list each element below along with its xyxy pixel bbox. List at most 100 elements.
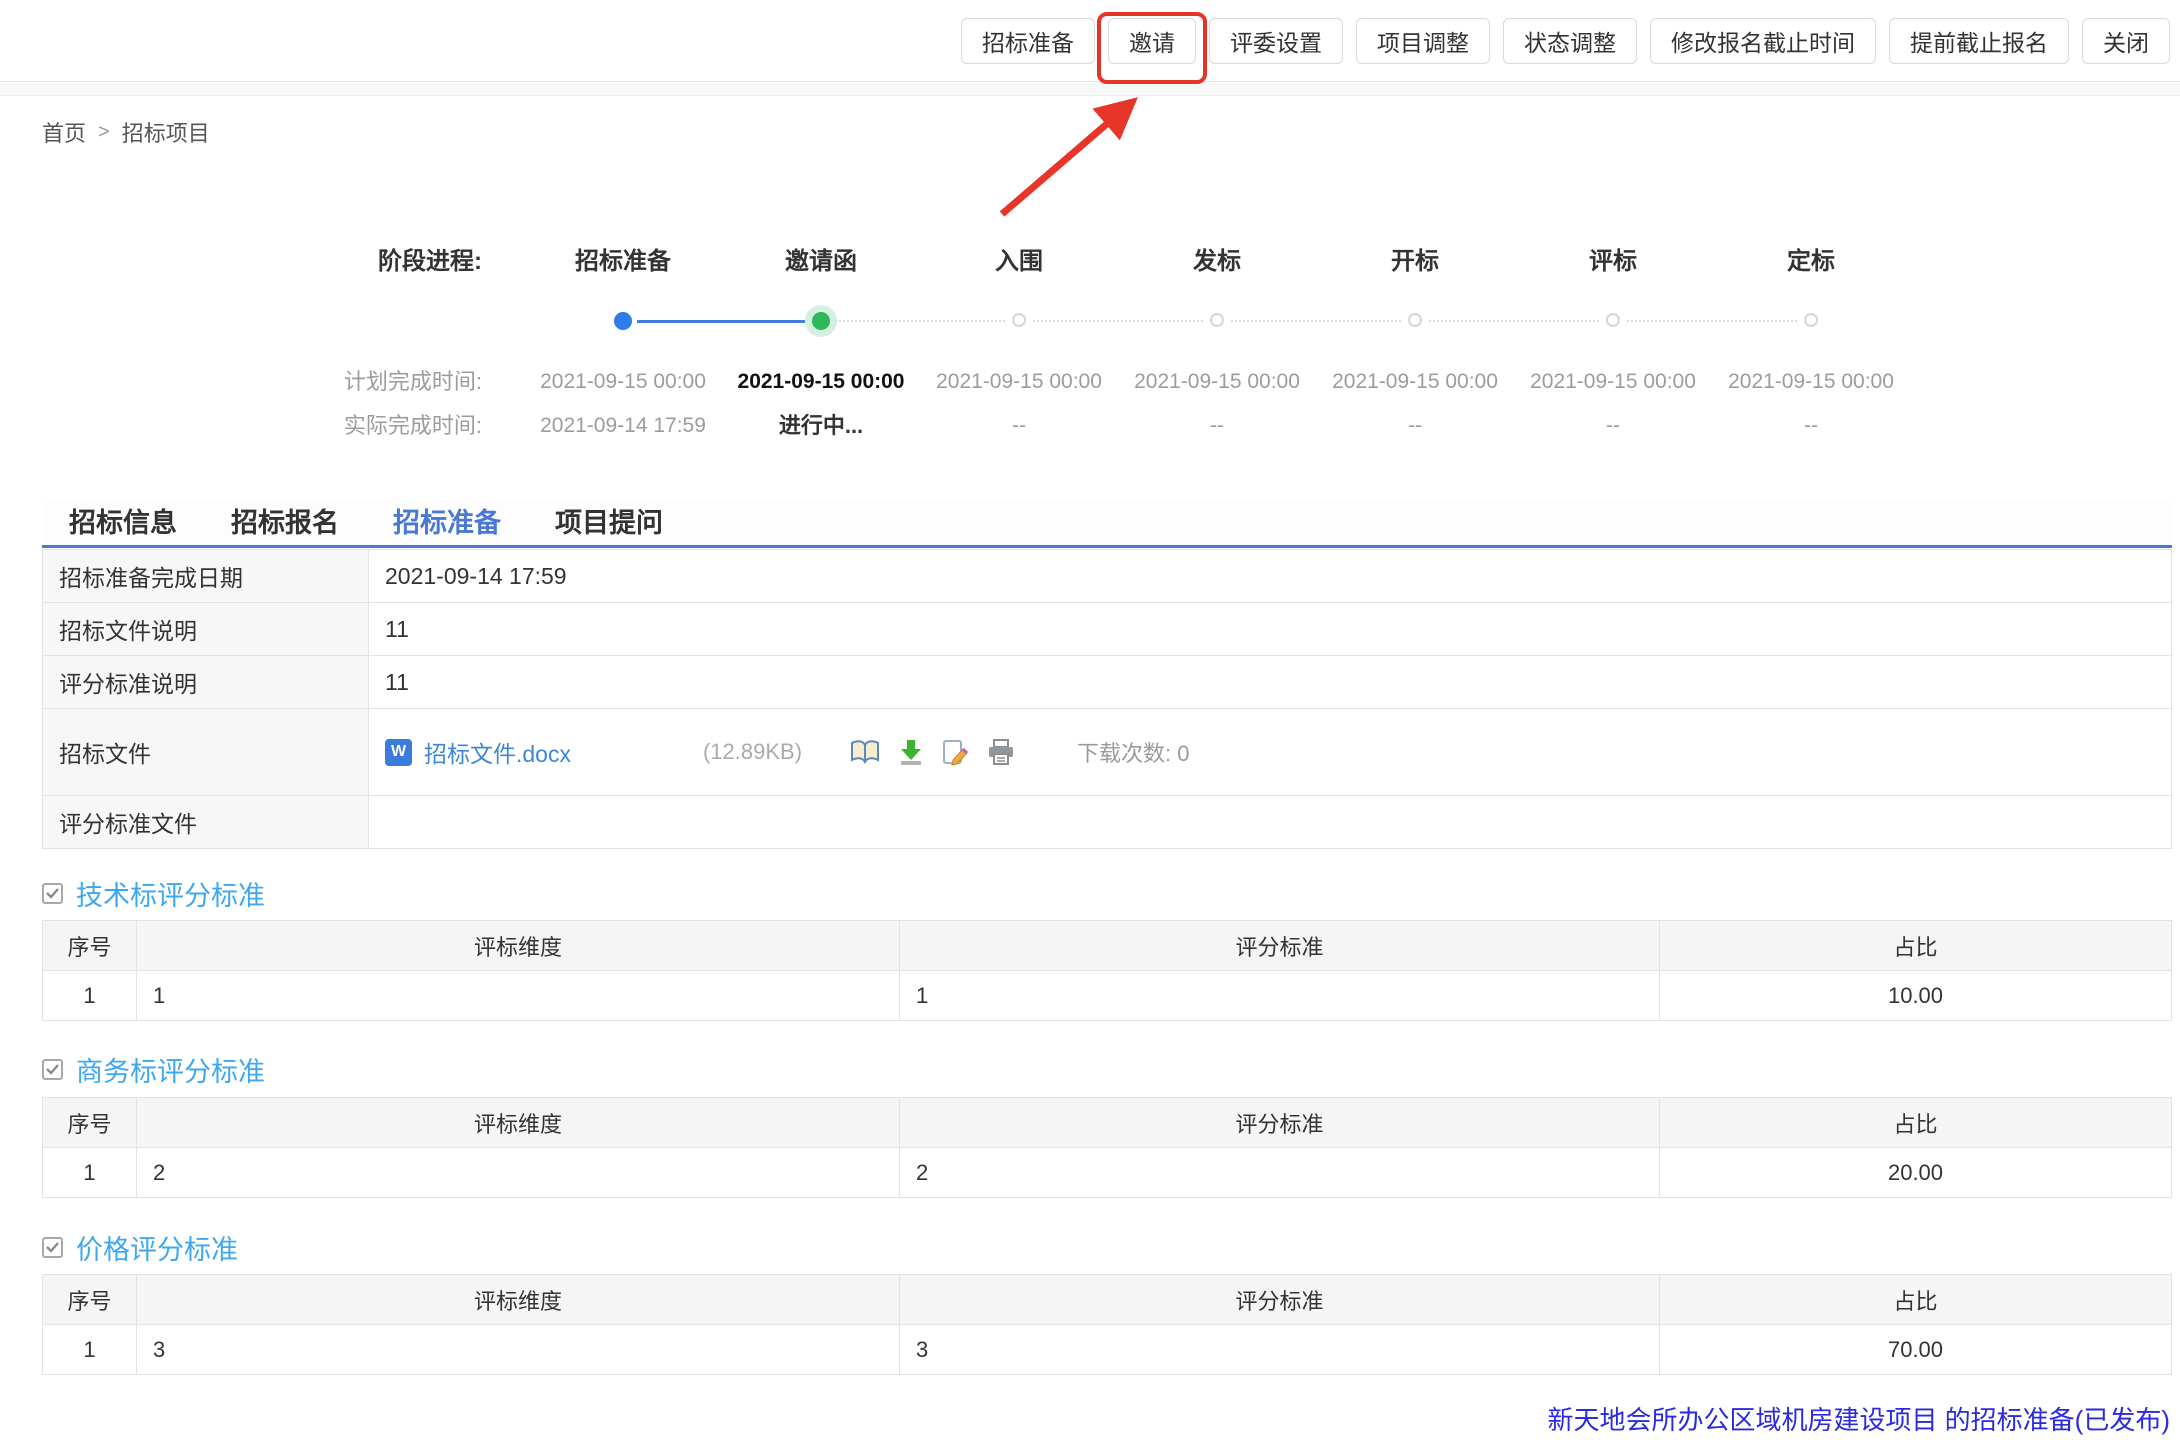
- breadcrumb: 首页 > 招标项目: [42, 116, 210, 148]
- plan-time: 2021-09-15 00:00: [920, 360, 1118, 404]
- actual-time: --: [1118, 404, 1316, 448]
- plan-time: 2021-09-15 00:00: [1118, 360, 1316, 404]
- toolbar-button-early-close[interactable]: 提前截止报名: [1889, 18, 2069, 64]
- detail-value: 11: [369, 603, 2172, 656]
- detail-value: 2021-09-14 17:59: [369, 550, 2172, 603]
- edit-icon[interactable]: [942, 739, 969, 766]
- stage-track: [1514, 284, 1712, 360]
- cell-ratio: 20.00: [1660, 1148, 2172, 1198]
- file-link[interactable]: 招标文件.docx: [424, 735, 571, 769]
- detail-label: 招标文件说明: [43, 603, 369, 656]
- stage-name: 发标: [1118, 240, 1316, 284]
- price-score-table: 序号 评标维度 评分标准 占比 1 3 3 70.00: [42, 1274, 2172, 1375]
- toolbar-button-project-adjust[interactable]: 项目调整: [1356, 18, 1490, 64]
- stage-dot-pending-icon: [1012, 313, 1026, 327]
- table-row: 1 3 3 70.00: [43, 1325, 2172, 1375]
- table-row: 评分标准文件: [43, 796, 2172, 849]
- col-header: 评分标准: [900, 1098, 1660, 1148]
- toolbar-button-close[interactable]: 关闭: [2082, 18, 2170, 64]
- file-size: (12.89KB): [703, 739, 802, 765]
- tab-tender-signup[interactable]: 招标报名: [204, 501, 366, 545]
- stage-track: [722, 284, 920, 360]
- stage-track: [1712, 284, 1910, 360]
- section-header-business: 商务标评分标准: [42, 1050, 265, 1089]
- section-header-technical: 技术标评分标准: [42, 874, 265, 913]
- word-doc-icon: W: [385, 739, 412, 766]
- checkbox-icon[interactable]: [42, 1059, 63, 1080]
- col-header: 占比: [1660, 1098, 2172, 1148]
- section-title[interactable]: 价格评分标准: [76, 1228, 238, 1267]
- download-count: 下载次数: 0: [1077, 736, 1189, 768]
- checkbox-icon[interactable]: [42, 883, 63, 904]
- table-row: 评分标准说明 11: [43, 656, 2172, 709]
- stage-name: 开标: [1316, 240, 1514, 284]
- tab-tender-info[interactable]: 招标信息: [42, 501, 204, 545]
- cell-ratio: 70.00: [1660, 1325, 2172, 1375]
- section-title[interactable]: 商务标评分标准: [76, 1050, 265, 1089]
- toolbar-divider-band: [0, 83, 2180, 96]
- plan-time: 2021-09-15 00:00: [1514, 360, 1712, 404]
- detail-file-cell: W 招标文件.docx (12.89KB): [369, 709, 2172, 796]
- plan-time: 2021-09-15 00:00: [1712, 360, 1910, 404]
- toolbar-button-invite[interactable]: 邀请: [1108, 18, 1196, 64]
- stage-track: [1316, 284, 1514, 360]
- print-icon[interactable]: [987, 739, 1015, 766]
- col-header: 序号: [43, 1098, 137, 1148]
- col-header: 占比: [1660, 921, 2172, 971]
- detail-label: 招标文件: [43, 709, 369, 796]
- col-header: 评标维度: [137, 921, 900, 971]
- stage-dot-pending-icon: [1804, 313, 1818, 327]
- checkbox-icon[interactable]: [42, 1237, 63, 1258]
- cell-seq: 1: [43, 971, 137, 1021]
- toolbar-button-status-adjust[interactable]: 状态调整: [1503, 18, 1637, 64]
- tab-tender-prep[interactable]: 招标准备: [366, 501, 528, 545]
- actual-time: --: [1514, 404, 1712, 448]
- section-title[interactable]: 技术标评分标准: [76, 874, 265, 913]
- col-header: 评分标准: [900, 1275, 1660, 1325]
- section-header-price: 价格评分标准: [42, 1228, 238, 1267]
- stage-track: [920, 284, 1118, 360]
- cell-criteria: 2: [900, 1148, 1660, 1198]
- read-icon[interactable]: [850, 739, 880, 765]
- actual-time: --: [1316, 404, 1514, 448]
- project-status-link[interactable]: 新天地会所办公区域机房建设项目 的招标准备(已发布): [1547, 1400, 2170, 1437]
- stage-progress: 阶段进程: 招标准备 邀请函 入围 发标 开标 评标 定标: [0, 240, 1910, 448]
- detail-table: 招标准备完成日期 2021-09-14 17:59 招标文件说明 11 评分标准…: [42, 549, 2172, 849]
- detail-label: 招标准备完成日期: [43, 550, 369, 603]
- stage-dot-pending-icon: [1210, 313, 1224, 327]
- download-icon[interactable]: [898, 739, 924, 766]
- toolbar-button-jury-setup[interactable]: 评委设置: [1209, 18, 1343, 64]
- actual-time: 2021-09-14 17:59: [524, 404, 722, 448]
- actual-time-label: 实际完成时间:: [0, 404, 524, 448]
- table-row: 1 2 2 20.00: [43, 1148, 2172, 1198]
- col-header: 占比: [1660, 1275, 2172, 1325]
- col-header: 序号: [43, 921, 137, 971]
- breadcrumb-separator: >: [98, 121, 110, 144]
- cell-dimension: 1: [137, 971, 900, 1021]
- tab-bar: 招标信息 招标报名 招标准备 项目提问: [42, 501, 2172, 548]
- actual-time: --: [1712, 404, 1910, 448]
- plan-time: 2021-09-15 00:00: [722, 360, 920, 404]
- tab-project-question[interactable]: 项目提问: [528, 501, 690, 545]
- detail-label: 评分标准文件: [43, 796, 369, 849]
- plan-time: 2021-09-15 00:00: [1316, 360, 1514, 404]
- stage-dot-pending-icon: [1408, 313, 1422, 327]
- table-row: 招标文件说明 11: [43, 603, 2172, 656]
- progress-label: 阶段进程:: [0, 240, 524, 284]
- cell-criteria: 1: [900, 971, 1660, 1021]
- table-row: 1 1 1 10.00: [43, 971, 2172, 1021]
- stage-name: 招标准备: [524, 240, 722, 284]
- col-header: 评标维度: [137, 1275, 900, 1325]
- toolbar-button-tender-prep[interactable]: 招标准备: [961, 18, 1095, 64]
- stage-dot-pending-icon: [1606, 313, 1620, 327]
- breadcrumb-home[interactable]: 首页: [42, 116, 86, 148]
- plan-time-label: 计划完成时间:: [0, 360, 524, 404]
- cell-criteria: 3: [900, 1325, 1660, 1375]
- actual-time: 进行中...: [722, 404, 920, 448]
- stage-dot-done-icon: [614, 312, 632, 330]
- toolbar-button-modify-deadline[interactable]: 修改报名截止时间: [1650, 18, 1876, 64]
- cell-seq: 1: [43, 1148, 137, 1198]
- actual-time: --: [920, 404, 1118, 448]
- table-header-row: 序号 评标维度 评分标准 占比: [43, 1098, 2172, 1148]
- table-header-row: 序号 评标维度 评分标准 占比: [43, 921, 2172, 971]
